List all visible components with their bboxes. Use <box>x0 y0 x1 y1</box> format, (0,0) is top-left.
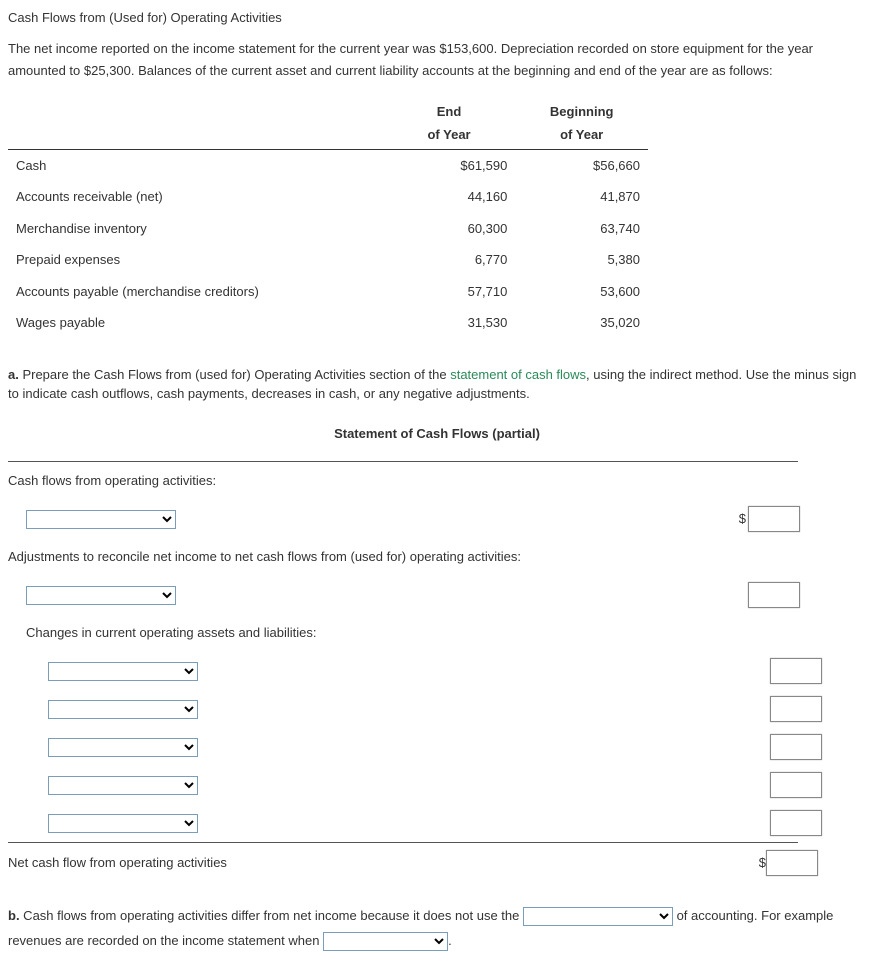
row-end: 31,530 <box>383 307 516 339</box>
part-b-text1: Cash flows from operating activities dif… <box>20 908 523 923</box>
statement-title: Statement of Cash Flows (partial) <box>8 424 866 444</box>
row-label: Merchandise inventory <box>8 213 383 245</box>
row-label: Accounts payable (merchandise creditors) <box>8 276 383 308</box>
input-change-4[interactable] <box>770 772 822 798</box>
dropdown-net-income[interactable] <box>26 510 176 529</box>
row-beg: $56,660 <box>515 149 648 181</box>
dropdown-change-3[interactable] <box>48 738 198 757</box>
table-row: Cash $61,590 $56,660 <box>8 149 648 181</box>
row-beg: 63,740 <box>515 213 648 245</box>
input-change-5[interactable] <box>770 810 822 836</box>
balances-table: End Beginning of Year of Year Cash $61,5… <box>8 100 648 339</box>
link-statement-of-cash-flows[interactable]: statement of cash flows <box>450 367 586 382</box>
row-label: Wages payable <box>8 307 383 339</box>
line-net-cash-flow: Net cash flow from operating activities <box>8 853 718 873</box>
dropdown-accounting-basis[interactable] <box>523 907 673 926</box>
table-row: Prepaid expenses 6,770 5,380 <box>8 244 648 276</box>
input-change-1[interactable] <box>770 658 822 684</box>
table-row: Accounts receivable (net) 44,160 41,870 <box>8 181 648 213</box>
period: . <box>448 933 452 948</box>
row-end: 6,770 <box>383 244 516 276</box>
row-end: 57,710 <box>383 276 516 308</box>
col-beg-bot: of Year <box>515 123 648 149</box>
dropdown-change-5[interactable] <box>48 814 198 833</box>
section-a: a. Prepare the Cash Flows from (used for… <box>8 365 866 883</box>
col-beg-top: Beginning <box>515 100 648 124</box>
input-net-income[interactable] <box>748 506 800 532</box>
part-a-label: a. <box>8 367 19 382</box>
row-beg: 5,380 <box>515 244 648 276</box>
row-beg: 41,870 <box>515 181 648 213</box>
row-label: Prepaid expenses <box>8 244 383 276</box>
part-a-text1: Prepare the Cash Flows from (used for) O… <box>19 367 450 382</box>
row-label: Cash <box>8 149 383 181</box>
intro-text: The net income reported on the income st… <box>8 38 866 82</box>
dropdown-revenues-recorded[interactable] <box>323 932 448 951</box>
row-end: $61,590 <box>383 149 516 181</box>
dropdown-change-1[interactable] <box>48 662 198 681</box>
dropdown-change-4[interactable] <box>48 776 198 795</box>
input-net-cash-flow[interactable] <box>766 850 818 876</box>
page-title: Cash Flows from (Used for) Operating Act… <box>8 8 866 28</box>
input-change-3[interactable] <box>770 734 822 760</box>
col-end-top: End <box>383 100 516 124</box>
dropdown-change-2[interactable] <box>48 700 198 719</box>
row-label: Accounts receivable (net) <box>8 181 383 213</box>
table-row: Merchandise inventory 60,300 63,740 <box>8 213 648 245</box>
table-row: Accounts payable (merchandise creditors)… <box>8 276 648 308</box>
line-cfo-header: Cash flows from operating activities: <box>8 471 718 491</box>
dollar-sign: $ <box>736 509 748 529</box>
table-row: Wages payable 31,530 35,020 <box>8 307 648 339</box>
input-depreciation[interactable] <box>748 582 800 608</box>
row-beg: 35,020 <box>515 307 648 339</box>
part-b-label: b. <box>8 908 20 923</box>
dollar-sign: $ <box>759 855 766 870</box>
worksheet: Cash flows from operating activities: $ … <box>8 461 798 882</box>
row-beg: 53,600 <box>515 276 648 308</box>
input-change-2[interactable] <box>770 696 822 722</box>
row-end: 60,300 <box>383 213 516 245</box>
section-b: b. Cash flows from operating activities … <box>8 904 866 953</box>
dropdown-depreciation[interactable] <box>26 586 176 605</box>
col-end-bot: of Year <box>383 123 516 149</box>
row-end: 44,160 <box>383 181 516 213</box>
line-changes: Changes in current operating assets and … <box>8 623 736 643</box>
line-adjustments: Adjustments to reconcile net income to n… <box>8 547 718 567</box>
